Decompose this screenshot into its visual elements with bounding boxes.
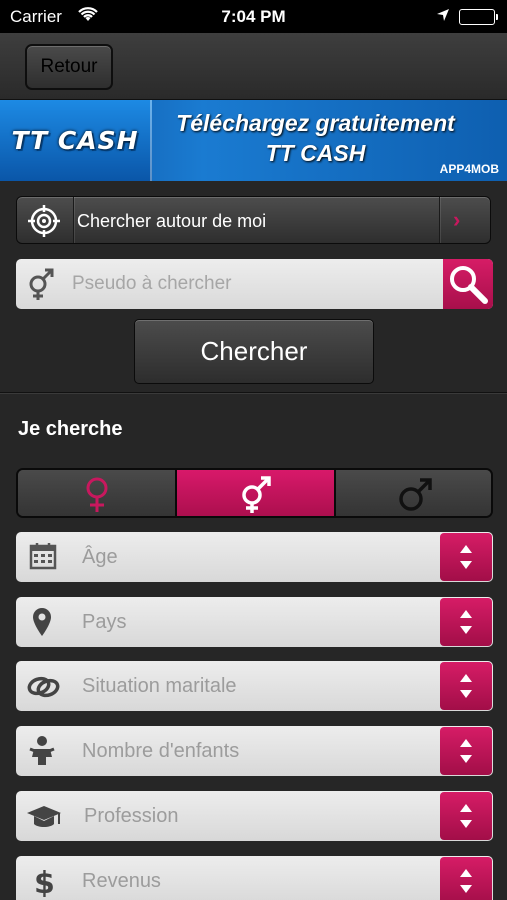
country-field[interactable]: Pays [16,597,493,647]
graduation-cap-icon [26,800,62,832]
location-pin-icon [26,606,62,638]
children-count-picker-button[interactable] [440,727,492,775]
section-divider [0,392,507,394]
chevron-right-icon: › [453,207,461,232]
gender-both-segment[interactable] [177,470,334,516]
tt-cash-logo: TT CASH [0,100,152,181]
app4mob-brand: APP4MOB [439,162,499,176]
up-down-arrows-icon [460,869,472,893]
male-female-icon [242,476,271,513]
pseudo-search-field [16,259,493,309]
dollar-icon: $ [26,865,62,900]
gender-icon [26,266,58,307]
status-bar: Carrier 7:04 PM [0,0,507,33]
gender-segmented-control [16,468,493,518]
children-count-placeholder: Nombre d'enfants [82,740,240,762]
search-nearby-button[interactable]: Chercher autour de moi › [16,196,491,244]
income-field[interactable]: $ Revenus [16,856,493,900]
banner-headline-line2: TT CASH [265,140,366,166]
marital-status-placeholder: Situation maritale [82,675,237,697]
search-button[interactable]: Chercher [134,319,374,384]
banner-headline-line1: Téléchargez gratuitement [176,110,455,136]
battery-icon [459,9,498,25]
income-picker-button[interactable] [440,857,492,900]
marital-status-picker-button[interactable] [440,662,492,710]
back-button[interactable]: Retour [25,44,113,90]
age-placeholder: Âge [82,546,118,568]
svg-text:$: $ [34,866,55,897]
location-arrow-icon [436,7,450,27]
country-placeholder: Pays [82,611,127,633]
section-title: Je cherche [18,418,123,440]
female-icon [86,477,108,512]
profession-field[interactable]: Profession [16,791,493,841]
search-icon[interactable] [443,259,493,309]
ad-banner[interactable]: TT CASH Téléchargez gratuitement TT CASH… [0,100,507,181]
pseudo-search-input[interactable] [72,259,442,309]
up-down-arrows-icon [460,545,472,569]
profession-picker-button[interactable] [440,792,492,840]
profession-placeholder: Profession [84,805,179,827]
marital-status-field[interactable]: Situation maritale [16,661,493,711]
search-nearby-label: Chercher autour de moi [77,211,267,231]
income-placeholder: Revenus [82,870,161,892]
male-icon [399,478,432,511]
age-picker-button[interactable] [440,533,492,581]
calendar-icon [26,541,62,573]
up-down-arrows-icon [460,610,472,634]
age-field[interactable]: Âge [16,532,493,582]
country-picker-button[interactable] [440,598,492,646]
gender-female-segment[interactable] [18,470,175,516]
up-down-arrows-icon [460,674,472,698]
banner-headline: Téléchargez gratuitement TT CASH [152,108,479,168]
up-down-arrows-icon [460,739,472,763]
navigation-bar: Retour [0,33,507,100]
children-count-field[interactable]: Nombre d'enfants [16,726,493,776]
gender-male-segment[interactable] [336,470,491,516]
baby-icon [26,735,62,767]
rings-icon [26,670,62,702]
crosshair-icon [27,204,61,238]
divider [439,197,440,243]
divider [73,197,74,243]
clock: 7:04 PM [221,7,286,26]
up-down-arrows-icon [460,804,472,828]
